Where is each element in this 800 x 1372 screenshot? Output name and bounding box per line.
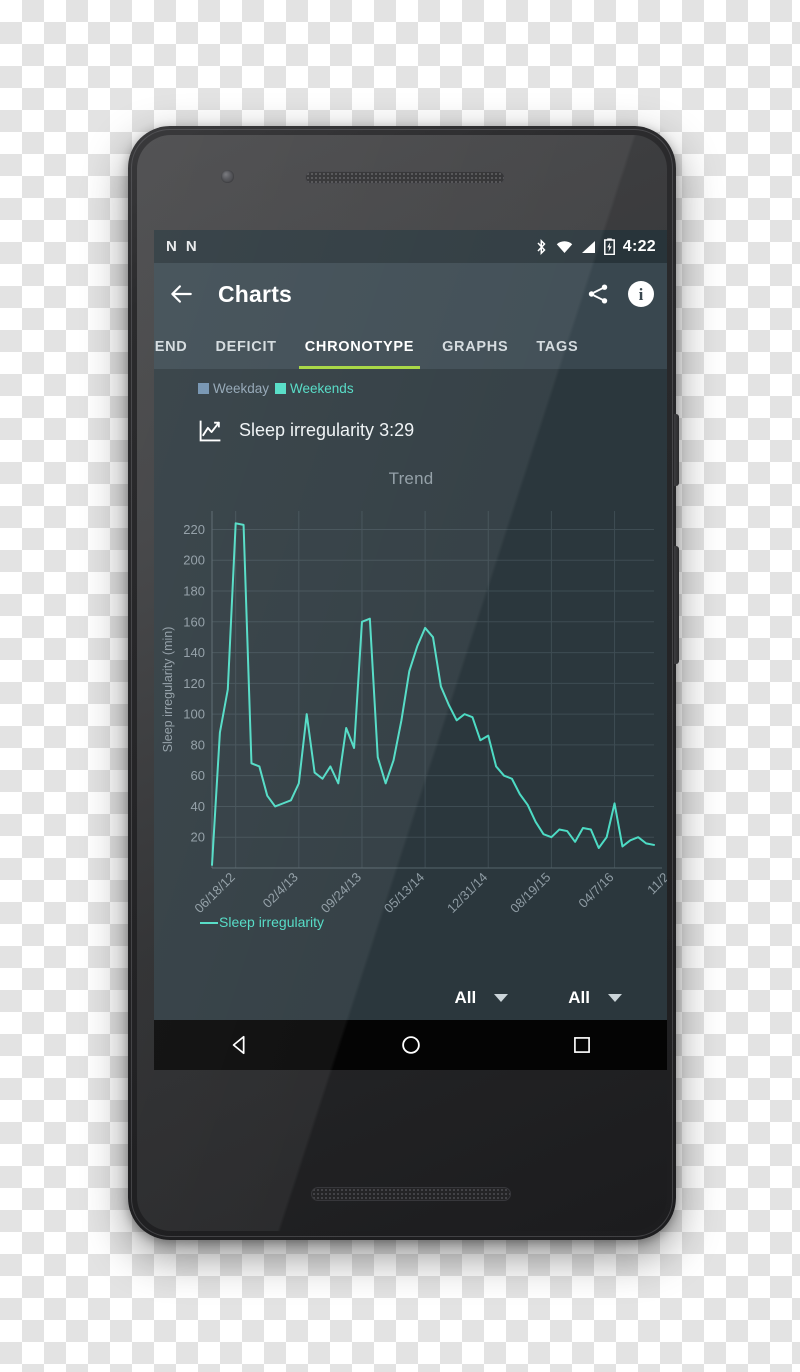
- signal-icon: [581, 240, 595, 253]
- chart-gridlines: [212, 511, 654, 868]
- app-bar: Charts i: [154, 263, 667, 325]
- svg-text:40: 40: [191, 799, 205, 814]
- chronotype-content: Weekday Weekends Sleep irregularity 3:29…: [154, 369, 667, 1020]
- tab-deficit[interactable]: DEFICIT: [201, 325, 290, 369]
- metric-label: Sleep irregularity 3:29: [239, 420, 415, 440]
- selector-right[interactable]: All: [568, 988, 622, 1008]
- nav-recents-icon[interactable]: [559, 1022, 605, 1068]
- phone-glass-front: N N 4:22 Charts i END DEFICIT CHRONOTYPE…: [137, 135, 667, 1231]
- svg-text:220: 220: [183, 522, 205, 537]
- svg-text:140: 140: [183, 645, 205, 660]
- tab-tags-label: TAGS: [536, 339, 579, 355]
- svg-text:100: 100: [183, 707, 205, 722]
- trend-line-chart: 20 40 60 80 100 120 140 160 180 200 220 06/18/12 02…: [161, 511, 667, 930]
- svg-text:02/4/13: 02/4/13: [260, 870, 301, 911]
- page-title: Charts: [218, 280, 293, 307]
- tab-graphs-label: GRAPHS: [442, 339, 509, 355]
- svg-text:Sleep irregularity (min): Sleep irregularity (min): [161, 627, 175, 753]
- selector-left-value: All: [454, 988, 477, 1007]
- tab-chronotype[interactable]: CHRONOTYPE: [291, 325, 428, 369]
- svg-text:20: 20: [191, 830, 205, 845]
- tab-chronotype-label: CHRONOTYPE: [304, 339, 415, 355]
- chevron-down-icon: [494, 994, 509, 1002]
- chevron-down-icon: [608, 994, 622, 1002]
- nav-home-icon[interactable]: [388, 1022, 434, 1068]
- nfc-glyph-2: N: [185, 238, 197, 255]
- weekday-weekend-legend: Weekday Weekends: [154, 369, 667, 396]
- wifi-icon: [556, 240, 572, 253]
- metric-row[interactable]: Sleep irregularity 3:29: [154, 396, 667, 443]
- chart-y-tick-labels: 20 40 60 80 100 120 140 160 180 200 220: [183, 522, 205, 845]
- front-camera-icon: [221, 170, 234, 183]
- selector-right-value: All: [568, 988, 590, 1007]
- filter-selectors-row: All All: [154, 976, 667, 1020]
- chart-title: Trend: [388, 469, 434, 488]
- phone-screen: N N 4:22 Charts i END DEFICIT CHRONOTYPE…: [154, 230, 667, 1070]
- chart-series-legend: Sleep irregularity: [200, 914, 324, 930]
- svg-text:05/13/14: 05/13/14: [381, 870, 427, 916]
- bottom-speaker-icon: [311, 1187, 511, 1201]
- bluetooth-icon: [537, 238, 546, 255]
- tab-tags[interactable]: TAGS: [522, 325, 592, 369]
- share-icon[interactable]: [586, 282, 610, 306]
- tab-trend-label: TREND: [154, 339, 188, 355]
- status-bar-right: 4:22: [535, 238, 656, 256]
- svg-text:120: 120: [183, 676, 205, 691]
- status-bar-left: N N: [166, 238, 197, 255]
- status-bar: N N 4:22: [154, 230, 667, 263]
- svg-text:06/18/12: 06/18/12: [191, 870, 237, 916]
- weekends-swatch: [275, 383, 287, 394]
- line-chart-icon: [199, 420, 221, 442]
- status-bar-clock: 4:22: [622, 237, 656, 255]
- power-button[interactable]: [674, 414, 679, 486]
- svg-text:12/31/14: 12/31/14: [444, 870, 490, 916]
- battery-charging-icon: [603, 238, 615, 255]
- info-icon-letter: i: [638, 284, 644, 304]
- android-navigation-bar: [154, 1020, 667, 1070]
- svg-text:180: 180: [183, 584, 205, 599]
- weekends-label: Weekends: [290, 381, 354, 396]
- weekday-label: Weekday: [213, 381, 270, 396]
- svg-text:04/7/16: 04/7/16: [575, 870, 616, 911]
- chart-axes: [211, 511, 662, 869]
- smartphone-device: N N 4:22 Charts i END DEFICIT CHRONOTYPE…: [128, 126, 679, 1240]
- svg-text:80: 80: [191, 737, 205, 752]
- nfc-glyph-1: N: [166, 238, 177, 255]
- tab-trend[interactable]: TREND: [154, 325, 201, 369]
- tab-strip: TREND DEFICIT CHRONOTYPE GRAPHS TAGS: [154, 325, 667, 369]
- chart-container: 20 40 60 80 100 120 140 160 180 200 220 06/18/12 02…: [154, 493, 667, 943]
- volume-button[interactable]: [674, 546, 679, 664]
- tab-deficit-label: DEFICIT: [215, 339, 277, 355]
- svg-text:60: 60: [191, 768, 205, 783]
- svg-text:Sleep irregularity: Sleep irregularity: [219, 914, 324, 930]
- info-icon[interactable]: i: [628, 281, 654, 307]
- earpiece-speaker-icon: [305, 171, 505, 184]
- svg-text:160: 160: [183, 614, 205, 629]
- weekday-swatch: [198, 383, 209, 394]
- back-arrow-icon[interactable]: [168, 281, 194, 307]
- svg-text:09/24/13: 09/24/13: [318, 870, 364, 916]
- svg-text:200: 200: [183, 553, 205, 568]
- svg-text:08/19/15: 08/19/15: [507, 870, 553, 916]
- nav-back-icon[interactable]: [217, 1022, 263, 1068]
- svg-text:11/2: 11/2: [644, 870, 667, 898]
- selector-left[interactable]: All: [455, 988, 509, 1008]
- chart-y-axis-label: Sleep irregularity (min): [161, 627, 175, 753]
- app-bar-actions: i: [586, 281, 654, 307]
- chart-x-tick-labels: 06/18/12 02/4/13 09/24/13 05/13/14 12/31/14 0…: [191, 870, 667, 916]
- chart-series-line: [211, 522, 655, 866]
- tab-graphs[interactable]: GRAPHS: [428, 325, 522, 369]
